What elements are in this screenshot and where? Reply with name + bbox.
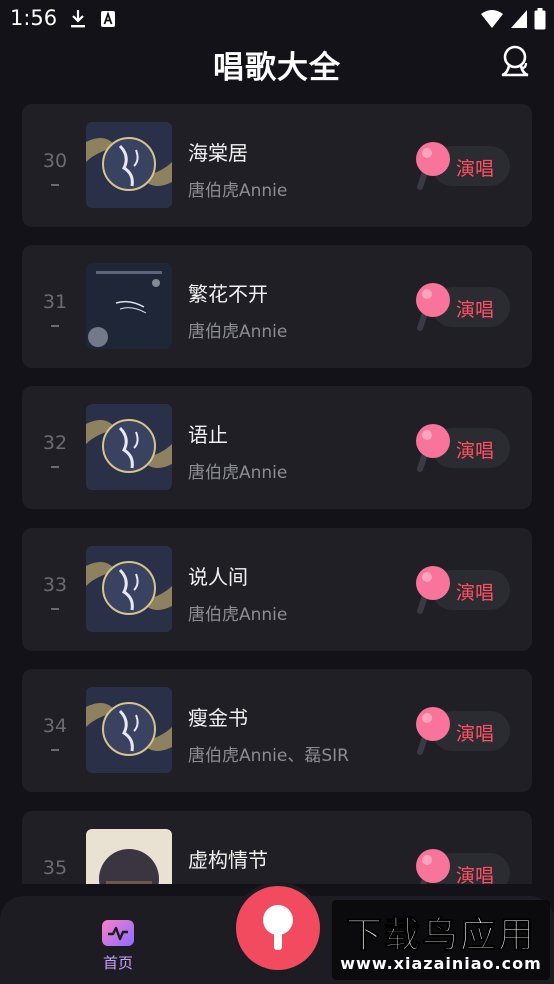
song-title: 瘦金书 [188, 706, 248, 730]
sing-label: 演唱 [456, 723, 495, 745]
song-rank: 35 [42, 857, 68, 879]
song-artist: 唐伯虎Annie [188, 463, 288, 483]
app-header: 唱歌大全 [0, 38, 554, 88]
sing-label: 演唱 [456, 299, 495, 321]
album-cover [86, 687, 172, 773]
sing-button[interactable]: 演唱 [412, 139, 512, 194]
headset-person-button[interactable] [498, 44, 532, 78]
sing-label: 演唱 [456, 582, 495, 604]
rank-dash [51, 749, 59, 751]
song-card[interactable]: 34 瘦金书 唐伯虎Annie、磊SIR 演唱 [22, 669, 532, 792]
microphone-icon [416, 849, 450, 884]
album-cover [86, 829, 172, 884]
sing-button[interactable]: 演唱 [412, 280, 512, 335]
status-bar: 1:56 [0, 0, 554, 38]
sing-button[interactable]: 演唱 [412, 563, 512, 618]
microphone-icon [263, 905, 293, 950]
microphone-icon [416, 707, 450, 755]
song-card[interactable]: 33 说人间 唐伯虎Annie 演唱 [22, 528, 532, 651]
sing-label: 演唱 [456, 158, 495, 180]
rank-dash [51, 608, 59, 610]
song-title: 海棠居 [188, 141, 248, 165]
watermark-subtitle: www.xiazainiao.com [340, 954, 542, 973]
song-rank: 34 [42, 715, 68, 737]
song-title: 虚构情节 [188, 848, 268, 872]
status-left-icons [70, 8, 116, 30]
album-cover [86, 263, 172, 349]
nav-home[interactable]: 首页 [96, 914, 140, 976]
song-title: 说人间 [188, 565, 248, 589]
battery-icon [534, 8, 546, 30]
sing-button[interactable]: 演唱 [412, 846, 512, 884]
status-time: 1:56 [10, 6, 58, 30]
song-rank: 32 [42, 432, 68, 454]
nav-home-label: 首页 [102, 954, 133, 972]
center-sing-button-wrap [232, 882, 324, 974]
song-rank: 31 [42, 291, 68, 313]
song-artist: 唐伯虎Annie [188, 322, 288, 342]
rank-dash [51, 325, 59, 327]
sing-button[interactable]: 演唱 [412, 421, 512, 476]
status-right-icons [480, 8, 546, 30]
song-artist: 唐伯虎Annie、磊SIR [188, 746, 349, 766]
song-title: 语止 [188, 423, 228, 447]
sing-label: 演唱 [456, 865, 495, 884]
watermark: 下载鸟应用 www.xiazainiao.com [332, 900, 550, 980]
center-sing-button[interactable] [236, 886, 320, 970]
page-title: 唱歌大全 [213, 50, 341, 86]
song-rank: 30 [42, 150, 68, 172]
headset-person-icon [501, 45, 529, 77]
wifi-icon [481, 10, 503, 28]
album-cover [86, 546, 172, 632]
microphone-icon [416, 142, 450, 190]
cell-signal-icon [511, 10, 527, 28]
song-list[interactable]: 30 海棠居 唐伯虎Annie 演唱 31 繁花不开 唐伯虎Annie 演唱 3… [22, 104, 532, 884]
rank-dash [51, 184, 59, 186]
album-cover [86, 122, 172, 208]
song-card[interactable]: 32 语止 唐伯虎Annie 演唱 [22, 386, 532, 509]
rank-dash [51, 466, 59, 468]
watermark-title: 下载鸟应用 [345, 915, 536, 957]
song-title: 繁花不开 [188, 282, 268, 306]
song-card[interactable]: 30 海棠居 唐伯虎Annie 演唱 [22, 104, 532, 227]
microphone-icon [416, 283, 450, 331]
sing-label: 演唱 [456, 440, 495, 462]
sing-button[interactable]: 演唱 [412, 704, 512, 759]
download-icon [71, 10, 85, 28]
microphone-icon [416, 424, 450, 472]
song-artist: 唐伯虎Annie [188, 181, 288, 201]
song-card[interactable]: 31 繁花不开 唐伯虎Annie 演唱 [22, 245, 532, 368]
album-cover [86, 404, 172, 490]
song-rank: 33 [42, 574, 68, 596]
keyboard-a-icon [101, 11, 115, 27]
song-card[interactable]: 35 虚构情节 演唱 [22, 811, 532, 884]
microphone-icon [416, 566, 450, 614]
song-artist: 唐伯虎Annie [188, 605, 288, 625]
pulse-icon [102, 920, 134, 946]
